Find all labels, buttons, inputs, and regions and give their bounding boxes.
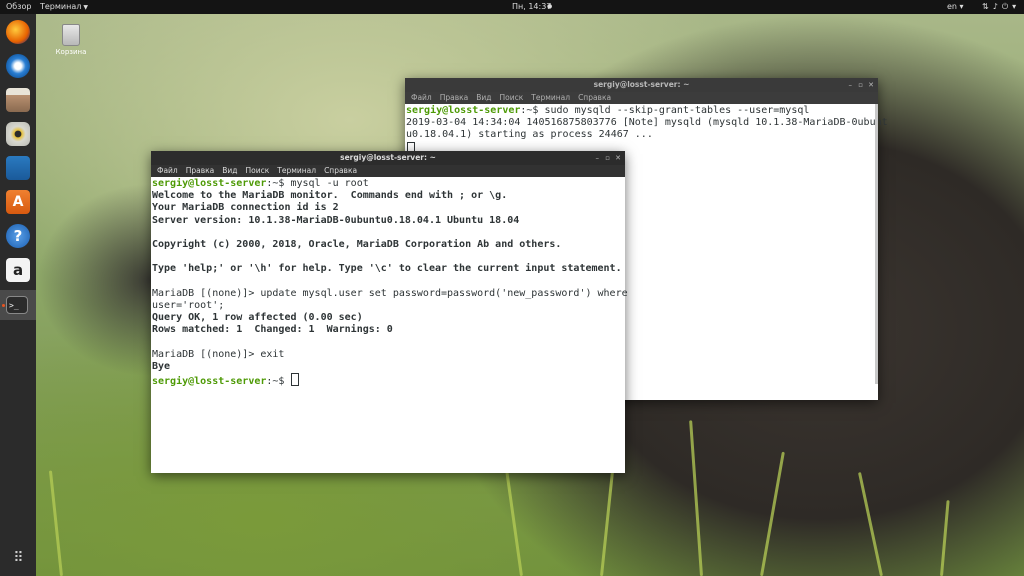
grass-blade <box>689 420 703 576</box>
system-tray[interactable]: ⇅♪⏻▾ <box>982 0 1020 14</box>
running-indicator-icon <box>2 304 5 307</box>
output-line: Copyright (c) 2000, 2018, Oracle, MariaD… <box>152 239 562 251</box>
apps-grid-icon[interactable]: ⠿ <box>6 546 30 570</box>
output-line: Query OK, 1 row affected (0.00 sec) <box>152 312 363 324</box>
trash-icon <box>62 24 80 46</box>
menu-file[interactable]: Файл <box>411 93 432 102</box>
text-cursor <box>291 373 300 387</box>
output-line: MariaDB [(none)]> exit <box>152 348 285 360</box>
menu-terminal[interactable]: Терминал <box>277 166 316 175</box>
language-indicator[interactable]: en ▾ <box>947 0 964 14</box>
app-menu-label: Терминал <box>40 2 82 11</box>
top-panel: Обзор Терминал ▼ Пн, 14:37 ● en ▾ ⇅♪⏻▾ <box>0 0 1024 14</box>
window-title: sergiy@losst-server: ~ <box>340 153 436 162</box>
notification-dot-icon: ● <box>547 3 553 10</box>
software-center-icon[interactable]: A <box>6 190 30 214</box>
grass-blade <box>48 470 63 576</box>
prompt-user: sergiy@losst-server <box>152 376 267 388</box>
menu-edit[interactable]: Правка <box>440 93 469 102</box>
files-icon[interactable] <box>6 88 30 112</box>
maximize-icon[interactable]: ▫ <box>858 78 863 92</box>
menu-view[interactable]: Вид <box>222 166 237 175</box>
close-icon[interactable]: ✕ <box>868 78 874 92</box>
firefox-icon[interactable] <box>6 20 30 44</box>
minimize-icon[interactable]: – <box>596 151 600 165</box>
app-menu-button[interactable]: Терминал ▼ <box>40 0 88 15</box>
menu-help[interactable]: Справка <box>578 93 611 102</box>
window-menubar: Файл Правка Вид Поиск Терминал Справка <box>405 92 878 104</box>
prompt-path: :~$ <box>266 376 285 388</box>
trash-label: Корзина <box>55 48 87 56</box>
grass-blade <box>857 472 883 576</box>
menu-search[interactable]: Поиск <box>500 93 524 102</box>
menu-view[interactable]: Вид <box>476 93 491 102</box>
writer-icon[interactable] <box>6 156 30 180</box>
terminal-window-front[interactable]: sergiy@losst-server: ~ – ▫ ✕ Файл Правка В… <box>151 151 628 473</box>
window-menubar: Файл Правка Вид Поиск Терминал Справка <box>151 165 625 177</box>
prompt-path: :~$ <box>266 178 285 189</box>
output-line: u0.18.04.1) starting as process 24467 ..… <box>406 129 653 141</box>
output-line: Type 'help;' or '\h' for help. Type '\c'… <box>152 263 622 275</box>
language-label: en <box>947 2 957 11</box>
prompt-path: :~$ <box>520 105 539 116</box>
grass-blade <box>940 500 950 576</box>
output-line: user='root'; <box>152 300 225 312</box>
menu-search[interactable]: Поиск <box>246 166 270 175</box>
output-line: Server version: 10.1.38-MariaDB-0ubuntu0… <box>152 214 520 226</box>
amazon-icon[interactable]: a <box>6 258 30 282</box>
thunderbird-icon[interactable] <box>6 54 30 78</box>
terminal-icon[interactable]: >_ <box>6 296 28 314</box>
window-title: sergiy@losst-server: ~ <box>593 80 690 89</box>
help-icon[interactable]: ? <box>6 224 30 248</box>
menu-help[interactable]: Справка <box>324 166 357 175</box>
terminal-output[interactable]: sergiy@losst-server:~$ sudo mysqld --ski… <box>405 104 888 158</box>
window-titlebar[interactable]: sergiy@losst-server: ~ – ▫ ✕ <box>151 151 625 165</box>
grass-blade <box>505 470 523 576</box>
close-icon[interactable]: ✕ <box>615 151 621 165</box>
chevron-down-icon: ▼ <box>83 4 88 11</box>
output-line: Your MariaDB connection id is 2 <box>152 202 339 214</box>
terminal-output[interactable]: sergiy@losst-server:~$ mysql -u root Wel… <box>151 177 628 389</box>
prompt-user: sergiy@losst-server <box>406 105 521 116</box>
menu-edit[interactable]: Правка <box>186 166 215 175</box>
grass-blade <box>760 451 785 576</box>
output-line: MariaDB [(none)]> update mysql.user set … <box>152 287 628 299</box>
volume-icon: ♪ <box>992 2 1002 11</box>
menu-terminal[interactable]: Терминал <box>531 93 570 102</box>
output-line: Bye <box>152 361 171 373</box>
output-line: Rows matched: 1 Changed: 1 Warnings: 0 <box>152 324 393 336</box>
trash-desktop-icon[interactable]: Корзина <box>55 24 87 56</box>
rhythmbox-icon[interactable] <box>6 122 30 146</box>
maximize-icon[interactable]: ▫ <box>605 151 610 165</box>
output-line: Welcome to the MariaDB monitor. Commands… <box>152 190 508 202</box>
minimize-icon[interactable]: – <box>849 78 853 92</box>
prompt-user: sergiy@losst-server <box>152 178 267 189</box>
power-icon: ⏻ <box>1001 2 1013 11</box>
activities-button[interactable]: Обзор <box>6 0 31 14</box>
scrollbar[interactable] <box>875 104 878 384</box>
output-line: 2019-03-04 14:34:04 140516875803776 [Not… <box>406 117 888 129</box>
dock: A ? a >_ ⠿ <box>0 14 36 576</box>
window-titlebar[interactable]: sergiy@losst-server: ~ – ▫ ✕ <box>405 78 878 92</box>
network-icon: ⇅ <box>982 2 993 11</box>
command-text: mysql -u root <box>284 178 369 189</box>
command-text: sudo mysqld --skip-grant-tables --user=m… <box>538 105 810 116</box>
clock-button[interactable]: Пн, 14:37 <box>512 0 551 14</box>
menu-file[interactable]: Файл <box>157 166 178 175</box>
